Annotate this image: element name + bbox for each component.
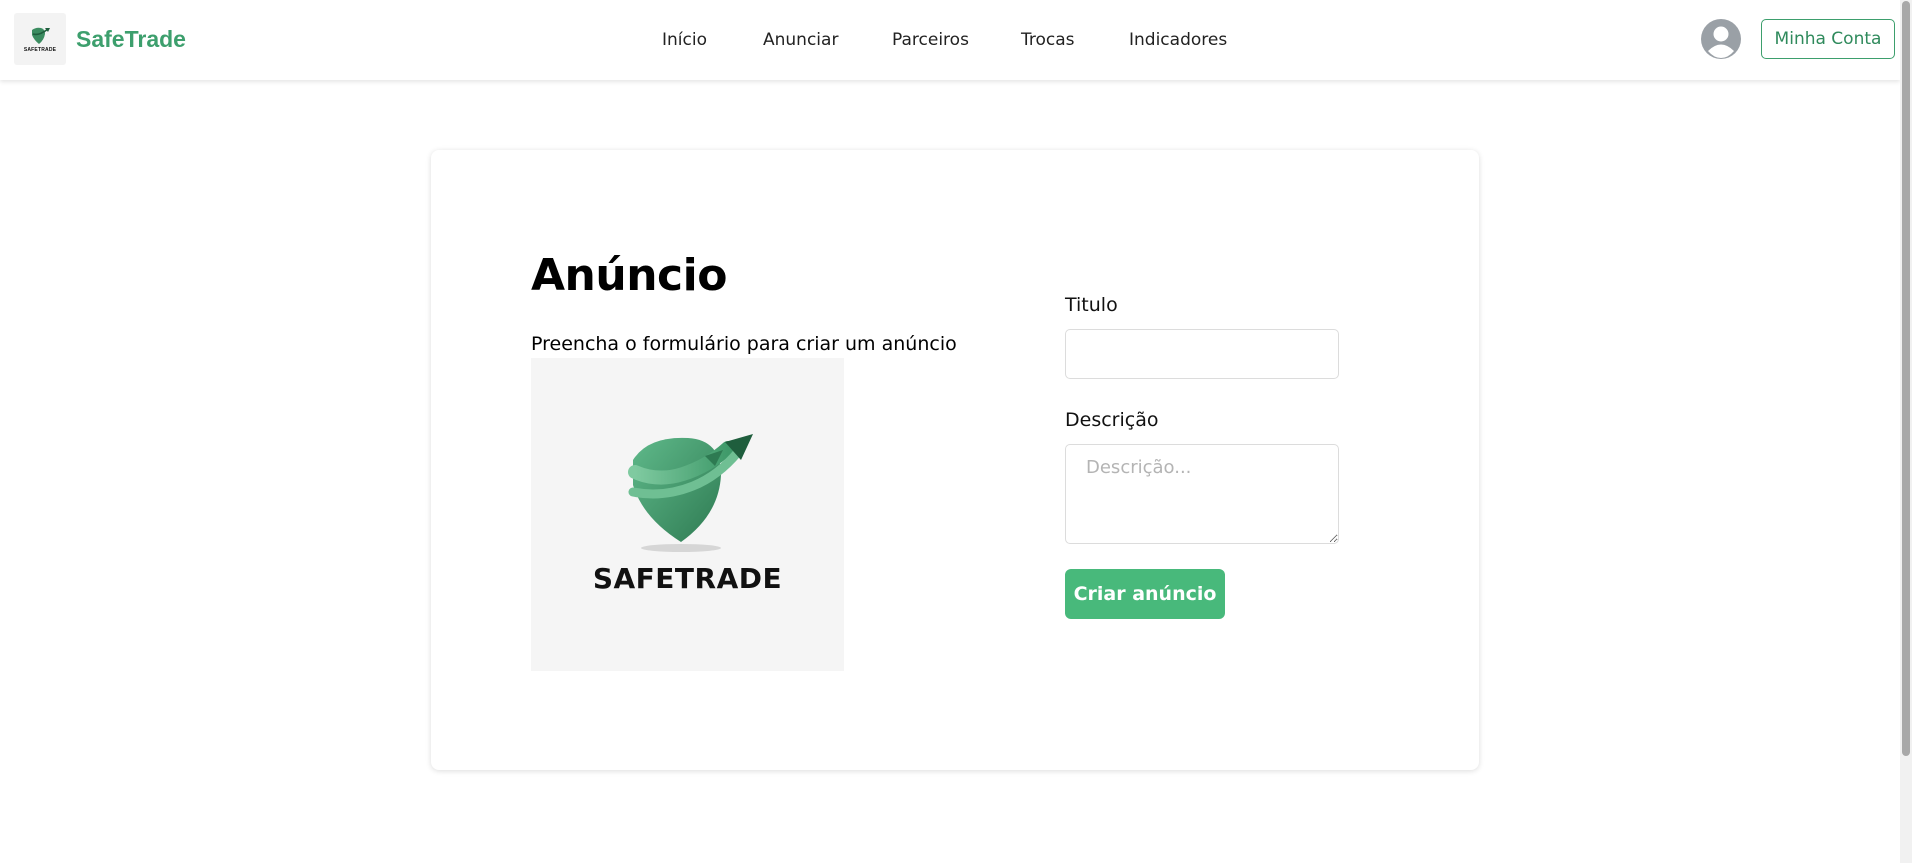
image-brand-text: SAFETRADE xyxy=(592,562,783,595)
title-input[interactable] xyxy=(1065,329,1339,379)
nav-link-inicio[interactable]: Início xyxy=(662,30,707,50)
description-textarea[interactable] xyxy=(1065,444,1339,544)
nav-link-trocas[interactable]: Trocas xyxy=(1021,30,1075,50)
nav-link-parceiros[interactable]: Parceiros xyxy=(892,30,969,50)
top-navbar: SAFETRADE SafeTrade Início Anunciar Parc… xyxy=(0,0,1900,80)
page-title: Anúncio xyxy=(531,250,727,301)
description-label: Descrição xyxy=(1065,409,1159,431)
my-account-button[interactable]: Minha Conta xyxy=(1761,19,1895,59)
scrollbar-thumb[interactable] xyxy=(1902,1,1910,756)
page-subtitle: Preencha o formulário para criar um anún… xyxy=(531,333,957,355)
shield-arrow-icon xyxy=(627,434,753,552)
create-ad-button[interactable]: Criar anúncio xyxy=(1065,569,1225,619)
nav-link-anunciar[interactable]: Anunciar xyxy=(763,30,838,50)
main-nav: Início Anunciar Parceiros Trocas Indicad… xyxy=(0,0,1900,80)
title-label: Titulo xyxy=(1065,294,1118,316)
safetrade-logo-image: SAFETRADE xyxy=(531,358,844,671)
user-avatar-icon[interactable] xyxy=(1700,18,1742,60)
nav-link-indicadores[interactable]: Indicadores xyxy=(1129,30,1227,50)
